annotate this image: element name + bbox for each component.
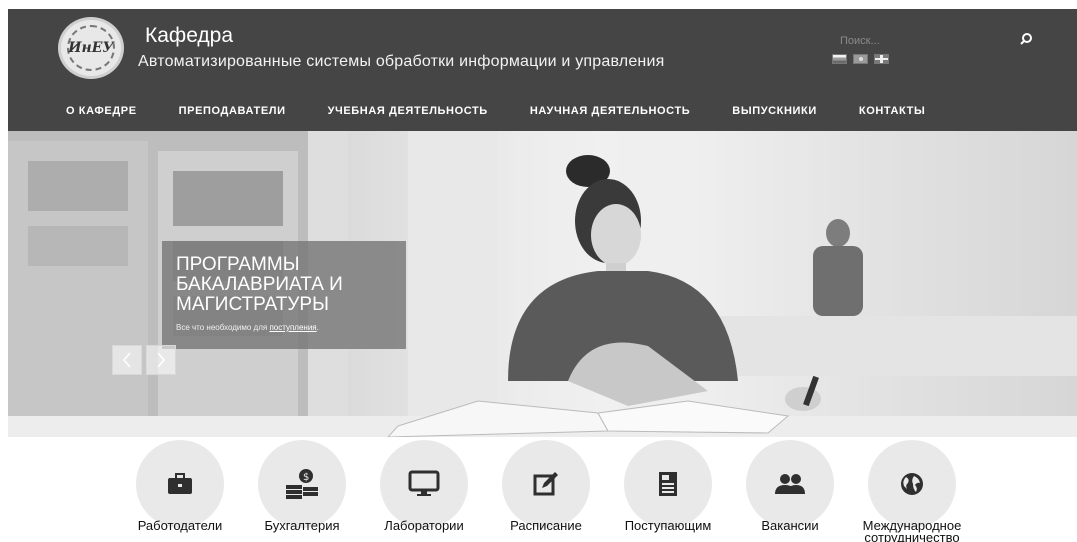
quick-link-circle — [868, 440, 956, 528]
users-icon — [775, 474, 805, 494]
language-switcher — [832, 54, 889, 64]
quick-link-vacancies[interactable]: Вакансии — [744, 440, 836, 532]
document-icon — [659, 472, 677, 496]
quick-link-international[interactable]: Международное сотрудничество — [863, 440, 961, 542]
site-header: ИнЕУ Кафедра Автоматизированные системы … — [8, 9, 1077, 131]
logo-text: ИнЕУ — [68, 40, 114, 56]
quick-link-label: Международное сотрудничество — [862, 518, 962, 542]
flag-uk-icon[interactable] — [874, 54, 889, 64]
nav-item-contacts[interactable]: КОНТАКТЫ — [859, 105, 925, 117]
quick-link-circle — [746, 440, 834, 528]
chevron-right-icon — [157, 352, 165, 368]
slide-desc-end: . — [316, 323, 319, 332]
nav-item-about[interactable]: О КАФЕДРЕ — [66, 105, 137, 117]
edit-icon — [533, 472, 558, 496]
quick-link-label: Работодатели — [137, 518, 223, 533]
quick-link-circle — [502, 440, 590, 528]
globe-icon — [901, 473, 923, 495]
slide-title-line1: ПРОГРАММЫ — [176, 254, 300, 275]
monitor-icon — [408, 470, 440, 496]
admission-link[interactable]: поступления — [269, 323, 316, 332]
quick-link-label: Вакансии — [761, 518, 819, 533]
nav-item-research[interactable]: НАУЧНАЯ ДЕЯТЕЛЬНОСТЬ — [530, 105, 690, 117]
main-nav: О КАФЕДРЕ ПРЕПОДАВАТЕЛИ УЧЕБНАЯ ДЕЯТЕЛЬН… — [66, 105, 925, 117]
slider-next-button[interactable] — [146, 345, 176, 375]
quick-link-employers[interactable]: Работодатели — [134, 440, 226, 532]
svg-text:$: $ — [303, 472, 309, 483]
site-subtitle: Автоматизированные системы обработки инф… — [138, 53, 665, 70]
search-input[interactable] — [840, 31, 1020, 51]
quick-link-applicants[interactable]: Поступающим — [622, 440, 714, 532]
quick-link-circle — [624, 440, 712, 528]
slide-title-line3: МАГИСТРАТУРЫ — [176, 294, 329, 315]
nav-item-education[interactable]: УЧЕБНАЯ ДЕЯТЕЛЬНОСТЬ — [328, 105, 488, 117]
nav-item-graduates[interactable]: ВЫПУСКНИКИ — [732, 105, 817, 117]
money-icon: $ — [286, 469, 318, 499]
quick-link-circle — [380, 440, 468, 528]
quick-link-labs[interactable]: Лаборатории — [378, 440, 470, 532]
quick-link-label: Бухгалтерия — [264, 518, 340, 533]
hero-slider: ПРОГРАММЫ БАКАЛАВРИАТА И МАГИСТРАТУРЫ Вс… — [8, 131, 1077, 437]
quick-link-schedule[interactable]: Расписание — [500, 440, 592, 532]
site-title: Кафедра — [145, 24, 234, 47]
quick-link-label: Расписание — [510, 518, 582, 533]
quick-link-circle: $ — [258, 440, 346, 528]
search-icon[interactable] — [1018, 31, 1034, 47]
flag-kz-icon[interactable] — [853, 54, 868, 64]
quick-link-accounting[interactable]: $ Бухгалтерия — [256, 440, 348, 532]
quick-link-circle — [136, 440, 224, 528]
nav-item-teachers[interactable]: ПРЕПОДАВАТЕЛИ — [179, 105, 286, 117]
flag-ru-icon[interactable] — [832, 54, 847, 64]
slider-prev-button[interactable] — [112, 345, 142, 375]
slide-title-line2: БАКАЛАВРИАТА И — [176, 274, 343, 295]
slide-desc-text: Все что необходимо для — [176, 323, 270, 332]
quick-link-label: Лаборатории — [384, 518, 464, 533]
chevron-left-icon — [123, 352, 131, 368]
slide-caption: ПРОГРАММЫ БАКАЛАВРИАТА И МАГИСТРАТУРЫ Вс… — [162, 241, 406, 349]
university-logo[interactable]: ИнЕУ — [58, 17, 124, 79]
briefcase-icon — [168, 473, 192, 494]
quick-link-label: Поступающим — [624, 518, 712, 533]
slide-description: Все что необходимо для поступления. — [176, 323, 392, 332]
